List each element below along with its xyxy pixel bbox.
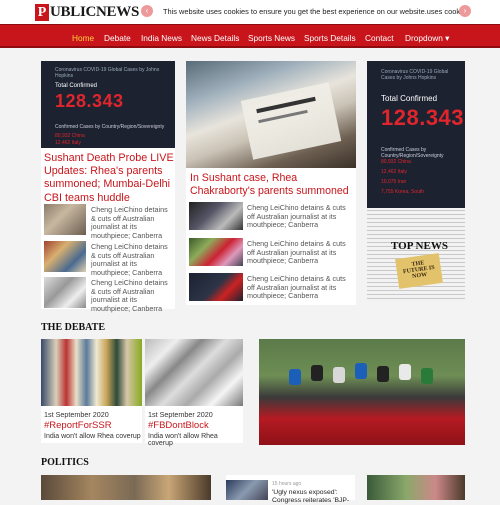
board-total-label: Total Confirmed (381, 94, 438, 103)
covid-board-thumb[interactable] (189, 273, 243, 301)
board-caption: Coronavirus COVID-19 Global Cases by Joh… (381, 69, 449, 81)
nav-news-details[interactable]: News Details (191, 33, 239, 43)
politics-story[interactable]: 15 hours ago 'Ugly nexus exposed': Congr… (226, 475, 355, 504)
nav-debate[interactable]: Debate (104, 33, 131, 43)
board-row: 12,462 Italy (55, 140, 81, 146)
board-row: 7,755 Korea, South (381, 189, 425, 195)
newsstand-thumb[interactable] (44, 204, 86, 235)
board-row: 80,932 China (55, 133, 85, 139)
logo-mark: P (35, 3, 49, 21)
board-row: 80,932 China (381, 159, 411, 165)
board-caption: Coronavirus COVID-19 Global Cases by Joh… (55, 67, 160, 79)
press-mics-image[interactable] (259, 339, 465, 445)
politics-image-right[interactable] (367, 475, 465, 500)
newspaper-thumb[interactable] (44, 277, 86, 308)
top-news-image[interactable]: TOP NEWS THE FUTURE IS NOW (367, 210, 465, 302)
main-left-headline[interactable]: Sushant Death Probe LIVE Updates: Rhea's… (44, 152, 174, 205)
top-news-label: TOP NEWS (391, 240, 448, 252)
nav-home[interactable]: Home (72, 33, 94, 43)
debate-sub: India won't allow Rhea coverup (148, 433, 218, 447)
reading-newspaper-image[interactable] (186, 61, 356, 168)
politics-snippet[interactable]: 'Ugly nexus exposed': Congress reiterate… (272, 489, 354, 505)
small-story-text[interactable]: Cheng LeiChino detains & cuts off Austra… (247, 239, 353, 266)
newspapers-image[interactable] (145, 339, 243, 406)
board-row: 10,075 Iran (381, 179, 407, 185)
nav-contact[interactable]: Contact (365, 33, 394, 43)
board-table-label: Confirmed Cases by Country/Region/Sovere… (55, 124, 165, 130)
main-story-center[interactable]: In Sushant case, Rhea Chakraborty's pare… (186, 61, 356, 305)
board-total-label: Total Confirmed (55, 83, 98, 89)
politics-thumb[interactable] (226, 480, 268, 500)
debate-sub: India won't allow Rhea coverup (44, 433, 141, 440)
main-story-left[interactable]: Coronavirus COVID-19 Global Cases by Joh… (41, 61, 175, 313)
nav-dropdown[interactable]: Dropdown ▾ (405, 33, 449, 43)
magazines-image[interactable] (41, 339, 142, 406)
board-table-label: Confirmed Cases by Country/Region/Sovere… (381, 147, 444, 159)
debate-card[interactable]: 1st September 2020 #ReportForSSR India w… (41, 339, 142, 443)
cookie-notice: This website uses cookies to ensure you … (163, 7, 470, 16)
site-logo[interactable]: P UBLICNEWS (35, 3, 139, 21)
debate-card[interactable]: 1st September 2020 #FBDontBlock India wo… (145, 339, 243, 447)
section-title-debate: THE DEBATE (41, 322, 105, 333)
board-total-value: 128.343 (55, 91, 124, 111)
nav-sports-news[interactable]: Sports News (248, 33, 295, 43)
board-total-value: 128.343 (381, 105, 465, 130)
monitors-thumb[interactable] (189, 202, 243, 230)
cookie-next-icon[interactable]: › (459, 5, 471, 17)
small-story-text[interactable]: Cheng LeiChino detains & cuts off Austra… (247, 203, 353, 230)
covid-board-image-large[interactable]: Coronavirus COVID-19 Global Cases by Joh… (367, 61, 465, 208)
covid-board-image[interactable]: Coronavirus COVID-19 Global Cases by Joh… (41, 61, 175, 148)
debate-date: 1st September 2020 (44, 410, 109, 419)
small-story-text[interactable]: Cheng LeiChino detains & cuts off Austra… (91, 205, 173, 240)
small-story-text[interactable]: Cheng LeiChino detains & cuts off Austra… (247, 274, 353, 301)
top-bar: P UBLICNEWS ‹ This website uses cookies … (0, 0, 500, 24)
politics-crowd-image[interactable] (41, 475, 211, 500)
debate-tag[interactable]: #FBDontBlock (148, 420, 209, 431)
small-story-text[interactable]: Cheng LeiChino detains & cuts off Austra… (91, 278, 173, 313)
protest-thumb[interactable] (189, 238, 243, 266)
debate-date: 1st September 2020 (148, 410, 213, 419)
nav-sports-details[interactable]: Sports Details (304, 33, 356, 43)
magazines-thumb[interactable] (44, 241, 86, 272)
nav-india-news[interactable]: India News (141, 33, 182, 43)
logo-text: UBLICNEWS (50, 3, 139, 20)
section-title-politics: POLITICS (41, 457, 89, 468)
debate-tag[interactable]: #ReportForSSR (44, 420, 112, 431)
main-center-headline[interactable]: In Sushant case, Rhea Chakraborty's pare… (190, 172, 354, 198)
small-story-text[interactable]: Cheng LeiChino detains & cuts off Austra… (91, 242, 173, 277)
cookie-prev-icon[interactable]: ‹ (141, 5, 153, 17)
board-row: 12,462 Italy (381, 169, 407, 175)
main-nav: Home Debate India News News Details Spor… (0, 24, 500, 48)
politics-time: 15 hours ago (272, 481, 302, 487)
future-sticky-note: THE FUTURE IS NOW (395, 253, 443, 289)
